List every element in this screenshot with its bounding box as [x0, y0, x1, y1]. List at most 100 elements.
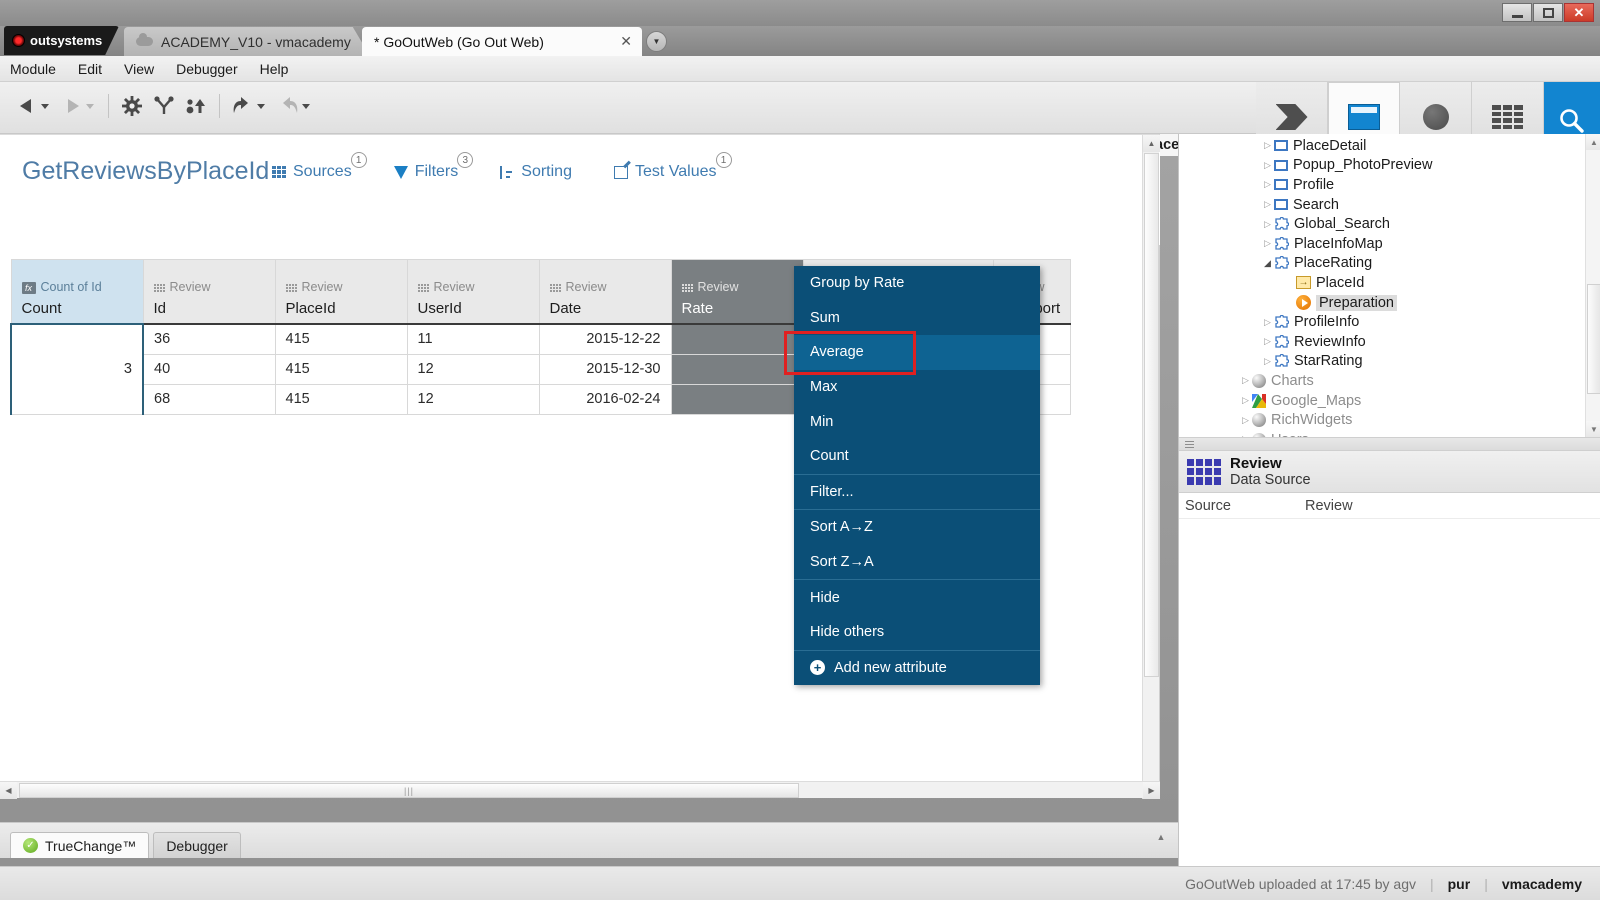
- menu-view[interactable]: View: [124, 61, 154, 77]
- tree-item-users[interactable]: ▷ Users: [1179, 430, 1600, 437]
- menu-item-max[interactable]: Max: [794, 370, 1040, 405]
- expander-icon[interactable]: ▷: [1239, 375, 1252, 386]
- cell-date[interactable]: 2015-12-30: [539, 354, 671, 384]
- tree-item-placedetail[interactable]: ▷ PlaceDetail: [1179, 136, 1600, 156]
- property-value[interactable]: Review: [1305, 498, 1353, 514]
- forward-dropdown-icon[interactable]: [86, 104, 94, 109]
- column-source-rate[interactable]: Review: [671, 260, 803, 295]
- column-header-userid[interactable]: UserId: [407, 294, 539, 324]
- tab-truechange[interactable]: ✓ TrueChange™: [10, 832, 149, 858]
- tree-scroll-thumb[interactable]: [1587, 284, 1600, 394]
- menu-item-add-new-attribute[interactable]: + Add new attribute: [794, 651, 1040, 686]
- expander-icon[interactable]: ◢: [1261, 258, 1274, 269]
- menu-item-hide[interactable]: Hide: [794, 580, 1040, 615]
- panel-splitter[interactable]: [1179, 437, 1600, 451]
- cell-userid[interactable]: 11: [407, 324, 539, 354]
- close-icon[interactable]: ✕: [620, 33, 632, 50]
- chevron-up-icon[interactable]: ▲: [1150, 828, 1172, 846]
- tab-sources[interactable]: Sources 1: [272, 163, 352, 181]
- tree-item-placerating[interactable]: ◢ PlaceRating: [1179, 254, 1600, 274]
- scroll-thumb[interactable]: [1144, 153, 1159, 677]
- tree-item-placeinfomap[interactable]: ▷ PlaceInfoMap: [1179, 234, 1600, 254]
- minimize-button[interactable]: [1502, 3, 1532, 22]
- redo-icon[interactable]: [273, 90, 303, 122]
- expander-icon[interactable]: ▷: [1261, 160, 1274, 171]
- tree-item-global-search[interactable]: ▷ Global_Search: [1179, 214, 1600, 234]
- merge-icon[interactable]: [149, 90, 179, 122]
- tree-vertical-scrollbar[interactable]: ▲ ▼: [1585, 134, 1600, 437]
- expander-icon[interactable]: ▷: [1261, 336, 1274, 347]
- gear-icon[interactable]: [117, 90, 147, 122]
- expander-icon[interactable]: ▷: [1239, 395, 1252, 406]
- editor-vertical-scrollbar[interactable]: ▲ ▼: [1142, 135, 1159, 799]
- scroll-right-icon[interactable]: ▶: [1143, 782, 1160, 799]
- column-header-id[interactable]: Id: [143, 294, 275, 324]
- cell-placeid[interactable]: 415: [275, 354, 407, 384]
- cell-placeid[interactable]: 415: [275, 324, 407, 354]
- expander-icon[interactable]: ▷: [1261, 356, 1274, 367]
- tree-item-profile[interactable]: ▷ Profile: [1179, 175, 1600, 195]
- menu-item-sort-asc[interactable]: Sort A→Z: [794, 510, 1040, 545]
- cell-rate[interactable]: [671, 384, 803, 414]
- menu-debugger[interactable]: Debugger: [176, 61, 238, 77]
- tab-gooutweb[interactable]: * GoOutWeb (Go Out Web) ✕: [362, 27, 642, 56]
- menu-item-min[interactable]: Min: [794, 404, 1040, 439]
- tab-academy-v10[interactable]: ACADEMY_V10 - vmacademy: [124, 27, 370, 56]
- column-header-count[interactable]: Count: [11, 294, 143, 324]
- cell-placeid[interactable]: 415: [275, 384, 407, 414]
- menu-item-group-by-rate[interactable]: Group by Rate: [794, 266, 1040, 301]
- editor-horizontal-scrollbar[interactable]: ◀ ||| ▶: [0, 781, 1160, 798]
- publish-icon[interactable]: [181, 90, 211, 122]
- menu-item-sort-desc[interactable]: Sort Z→A: [794, 545, 1040, 580]
- chevron-down-icon[interactable]: ▼: [646, 31, 667, 52]
- cell-id[interactable]: 36: [143, 324, 275, 354]
- tree-item-reviewinfo[interactable]: ▷ ReviewInfo: [1179, 332, 1600, 352]
- menu-item-hide-others[interactable]: Hide others: [794, 615, 1040, 650]
- cell-id[interactable]: 68: [143, 384, 275, 414]
- tab-test-values[interactable]: Test Values 1: [614, 163, 717, 181]
- expander-icon[interactable]: ▷: [1239, 415, 1252, 426]
- column-source-placeid[interactable]: Review: [275, 260, 407, 295]
- menu-item-average[interactable]: Average: [794, 335, 1040, 370]
- forward-icon[interactable]: [57, 90, 87, 122]
- cell-id[interactable]: 40: [143, 354, 275, 384]
- tree-item-preparation[interactable]: Preparation: [1179, 293, 1600, 313]
- tree-item-charts[interactable]: ▷ Charts: [1179, 371, 1600, 391]
- tree-item-profileinfo[interactable]: ▷ ProfileInfo: [1179, 312, 1600, 332]
- maximize-button[interactable]: [1533, 3, 1563, 22]
- menu-item-sum[interactable]: Sum: [794, 301, 1040, 336]
- property-row-source[interactable]: Source Review: [1179, 493, 1600, 519]
- expander-icon[interactable]: ▷: [1261, 238, 1274, 249]
- expander-icon[interactable]: ▷: [1261, 199, 1274, 210]
- back-dropdown-icon[interactable]: [41, 104, 49, 109]
- tree-item-popup-photopreview[interactable]: ▷ Popup_PhotoPreview: [1179, 156, 1600, 176]
- undo-icon[interactable]: [228, 90, 258, 122]
- redo-dropdown-icon[interactable]: [302, 104, 310, 109]
- menu-item-count[interactable]: Count: [794, 439, 1040, 474]
- scroll-thumb-horizontal[interactable]: |||: [19, 783, 799, 798]
- column-source-date[interactable]: Review: [539, 260, 671, 295]
- back-icon[interactable]: [12, 90, 42, 122]
- tab-filters[interactable]: Filters 3: [394, 163, 459, 181]
- menu-help[interactable]: Help: [260, 61, 289, 77]
- column-header-date[interactable]: Date: [539, 294, 671, 324]
- scroll-left-icon[interactable]: ◀: [0, 782, 17, 799]
- cell-userid[interactable]: 12: [407, 384, 539, 414]
- tab-sorting[interactable]: Sorting: [500, 163, 572, 181]
- expander-icon[interactable]: ▷: [1261, 140, 1274, 151]
- cell-userid[interactable]: 12: [407, 354, 539, 384]
- column-header-placeid[interactable]: PlaceId: [275, 294, 407, 324]
- close-button[interactable]: ✕: [1564, 3, 1594, 22]
- tree-item-richwidgets[interactable]: ▷ RichWidgets: [1179, 410, 1600, 430]
- tree-item-starrating[interactable]: ▷ StarRating: [1179, 352, 1600, 372]
- column-source-userid[interactable]: Review: [407, 260, 539, 295]
- cell-date[interactable]: 2016-02-24: [539, 384, 671, 414]
- menu-edit[interactable]: Edit: [78, 61, 102, 77]
- menu-item-filter[interactable]: Filter...: [794, 475, 1040, 510]
- tree-item-placeid[interactable]: → PlaceId: [1179, 273, 1600, 293]
- tab-debugger[interactable]: Debugger: [153, 832, 241, 858]
- menu-module[interactable]: Module: [10, 61, 56, 77]
- column-source-id[interactable]: Review: [143, 260, 275, 295]
- undo-dropdown-icon[interactable]: [257, 104, 265, 109]
- tree-item-google-maps[interactable]: ▷ Google_Maps: [1179, 391, 1600, 411]
